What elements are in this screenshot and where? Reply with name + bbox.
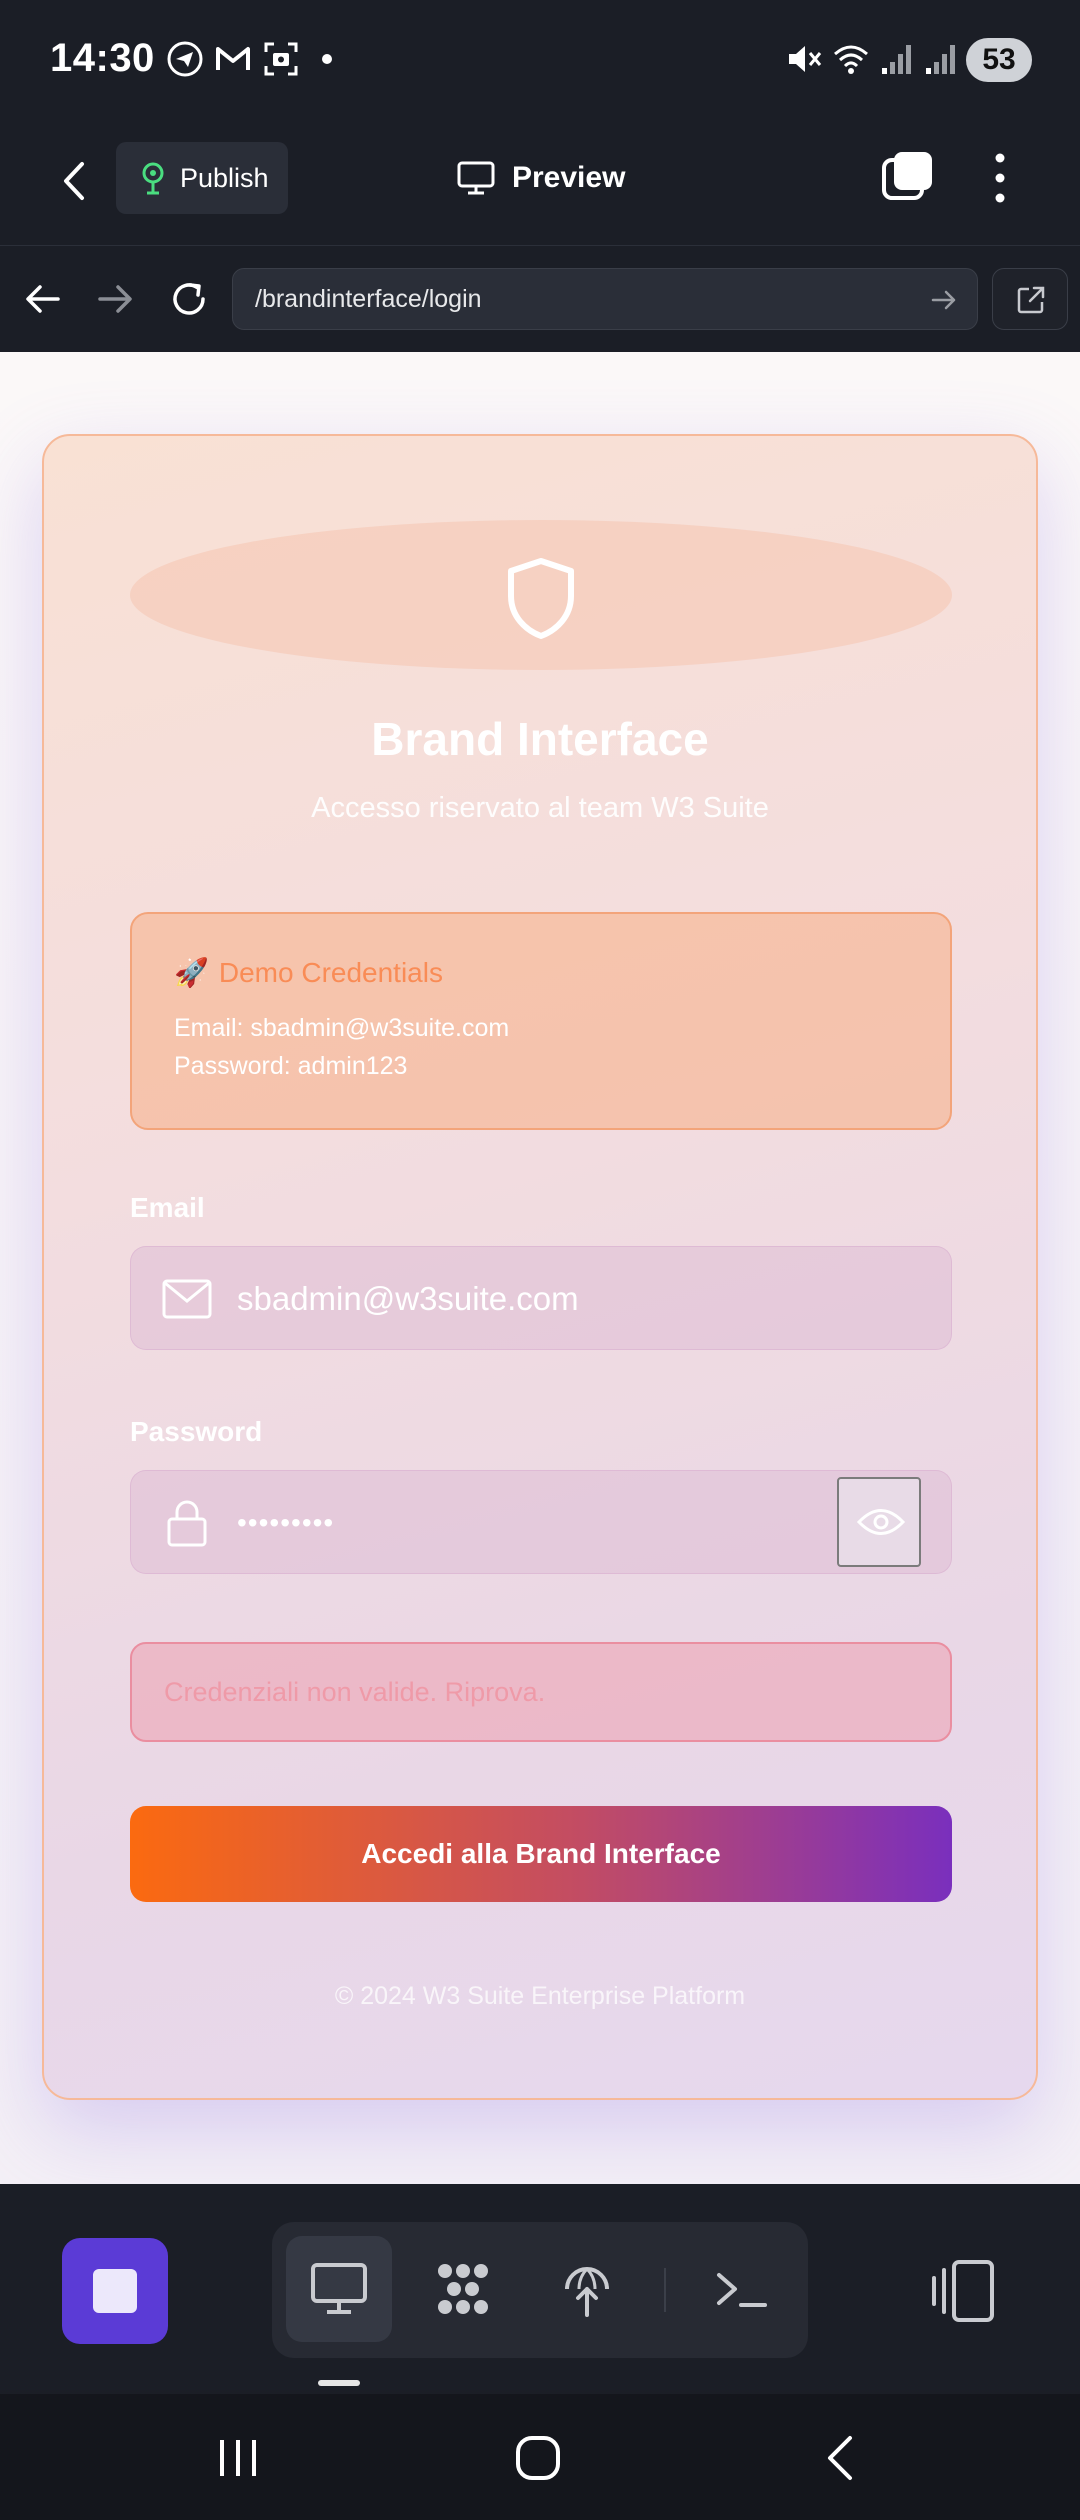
preview-label: Preview [512, 161, 626, 194]
publish-icon [142, 162, 164, 195]
system-nav-bar [0, 2394, 1080, 2520]
battery-indicator: 53 [966, 38, 1032, 82]
bottom-toolbar [0, 2184, 1080, 2394]
more-options-icon[interactable] [980, 148, 1020, 208]
recents-icon[interactable] [216, 2436, 260, 2480]
copyright-footer: © 2024 W3 Suite Enterprise Platform [334, 1982, 746, 2010]
home-icon[interactable] [514, 2434, 562, 2482]
browser-toolbar: /brandinterface/login [0, 246, 1080, 352]
screenshot-icon [264, 42, 298, 76]
lock-icon [167, 1500, 207, 1547]
rocket-icon: 🚀 [174, 957, 209, 988]
stop-icon [93, 2269, 137, 2313]
tool-preview[interactable] [286, 2236, 392, 2342]
demo-credentials-title: 🚀 Demo Credentials [174, 956, 443, 989]
email-field[interactable]: sbadmin@w3suite.com [130, 1246, 952, 1350]
external-link-icon [1017, 286, 1045, 314]
tab-indicator [318, 2380, 360, 2386]
signal-icon-2 [926, 45, 955, 74]
demo-email: Email: sbadmin@w3suite.com [174, 1014, 510, 1042]
password-value: ••••••••• [237, 1507, 335, 1538]
browser-back-icon[interactable] [20, 276, 66, 322]
agents-icon [438, 2264, 488, 2314]
email-value: sbadmin@w3suite.com [237, 1280, 579, 1317]
page-subtitle: Accesso riservato al team W3 Suite [311, 792, 769, 824]
password-field[interactable]: ••••••••• [130, 1470, 952, 1574]
page-title: Brand Interface [371, 713, 709, 765]
wifi-icon [834, 45, 868, 74]
status-bar: 14:30 53 [0, 0, 1080, 118]
eye-icon [857, 1509, 905, 1535]
app-header: Publish Preview [0, 118, 1080, 246]
toolbar-divider [664, 2268, 666, 2312]
demo-password: Password: admin123 [174, 1052, 408, 1080]
tool-terminal[interactable] [688, 2236, 794, 2342]
gmail-icon [216, 47, 250, 70]
preview-button[interactable]: Preview [456, 148, 625, 208]
tool-deploy[interactable] [534, 2236, 640, 2342]
telegram-icon [167, 41, 203, 77]
devices-icon[interactable] [928, 2256, 998, 2326]
back-arrow-icon[interactable] [50, 156, 100, 206]
login-card: Brand Interface Accesso riservato al tea… [42, 434, 1038, 2100]
monitor-icon [311, 2263, 367, 2314]
reload-icon[interactable] [166, 276, 212, 322]
tool-switcher [272, 2222, 808, 2358]
go-arrow-icon[interactable] [929, 285, 959, 315]
browser-forward-icon[interactable] [92, 276, 138, 322]
monitor-icon [457, 161, 495, 195]
terminal-icon [717, 2273, 767, 2307]
mute-icon [789, 46, 822, 72]
web-preview: Brand Interface Accesso riservato al tea… [0, 352, 1080, 2184]
nav-back-icon[interactable] [820, 2434, 860, 2482]
url-input[interactable]: /brandinterface/login [232, 268, 978, 330]
demo-credentials-box: 🚀 Demo Credentials Email: sbadmin@w3suit… [130, 912, 952, 1130]
signal-icon [882, 45, 911, 74]
stop-button[interactable] [62, 2238, 168, 2344]
layers-icon[interactable] [880, 148, 936, 204]
notification-dot [322, 54, 332, 64]
demo-title-text: Demo Credentials [218, 956, 443, 988]
deploy-icon [565, 2267, 609, 2317]
publish-label: Publish [180, 162, 269, 193]
password-label: Password [130, 1416, 263, 1447]
status-time: 14:30 [50, 36, 155, 80]
shield-icon [508, 558, 574, 639]
show-password-button[interactable] [837, 1477, 921, 1567]
email-label: Email [130, 1192, 205, 1223]
open-external-button[interactable] [992, 268, 1068, 330]
login-button[interactable]: Accedi alla Brand Interface [130, 1806, 952, 1902]
mail-icon [162, 1279, 212, 1319]
tool-agents[interactable] [410, 2236, 516, 2342]
url-text: /brandinterface/login [255, 284, 482, 313]
error-message: Credenziali non valide. Riprova. [130, 1642, 952, 1742]
error-text: Credenziali non valide. Riprova. [164, 1677, 546, 1707]
publish-button[interactable]: Publish [116, 142, 288, 214]
